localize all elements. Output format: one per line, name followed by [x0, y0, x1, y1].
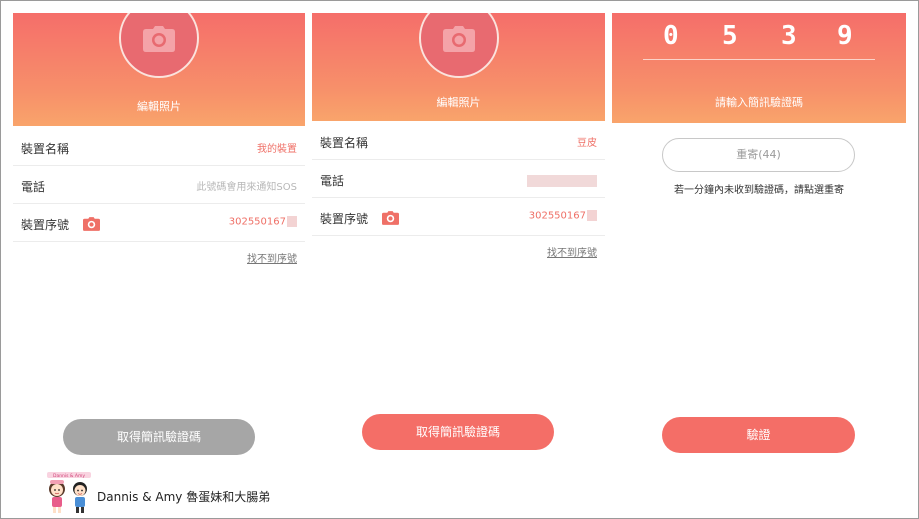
redacted-blur: [287, 216, 297, 227]
phone-row[interactable]: 電話: [312, 160, 605, 198]
serial-value: 302550167: [528, 210, 586, 222]
edit-photo-label[interactable]: 編輯照片: [13, 98, 305, 114]
resend-hint: 若一分鐘內未收到驗證碼，請點選重寄: [674, 185, 844, 196]
camera-icon: [442, 26, 475, 52]
avatar[interactable]: [119, 13, 199, 78]
serial-row[interactable]: 裝置序號 302550167: [312, 198, 605, 236]
verify-button[interactable]: 驗證: [662, 417, 855, 453]
screen-device-setup-filled: 編輯照片 裝置名稱 豆皮 電話 裝置序號 302550167 找不到序號 取得簡…: [312, 13, 605, 506]
serial-value-wrap[interactable]: 302550167: [229, 216, 297, 228]
camera-icon[interactable]: [83, 217, 100, 231]
serial-not-found-link[interactable]: 找不到序號: [247, 250, 297, 265]
code-underline: [643, 59, 875, 60]
camera-icon[interactable]: [382, 211, 399, 225]
phone-row[interactable]: 電話 此號碼會用來通知SOS: [13, 166, 305, 204]
screen-sms-verify: 0 5 3 9 請輸入簡訊驗證碼 重寄(44) 若一分鐘內未收到驗證碼，請點選重…: [612, 13, 906, 506]
code-digit: 9: [837, 21, 853, 51]
avatar[interactable]: [418, 13, 499, 78]
get-sms-code-button[interactable]: 取得簡訊驗證碼: [362, 414, 554, 450]
serial-row[interactable]: 裝置序號 302550167: [13, 204, 305, 242]
svg-text:Dannis & Amy: Dannis & Amy: [53, 473, 85, 479]
phone-label: 電話: [21, 180, 46, 194]
device-name-label: 裝置名稱: [320, 136, 369, 150]
device-name-value[interactable]: 我的裝置: [257, 140, 297, 155]
serial-not-found-link[interactable]: 找不到序號: [547, 244, 597, 259]
device-name-value[interactable]: 豆皮: [577, 134, 597, 149]
watermark: Dannis & Amy Dannis & Amy 魯蛋妹和大腸弟: [44, 472, 304, 514]
phone-field[interactable]: 此號碼會用來通知SOS: [196, 178, 297, 193]
camera-icon: [143, 26, 175, 52]
device-name-row[interactable]: 裝置名稱 我的裝置: [13, 128, 305, 166]
serial-value-wrap[interactable]: 302550167: [529, 210, 597, 222]
code-header: 0 5 3 9 請輸入簡訊驗證碼: [612, 13, 906, 123]
resend-button[interactable]: 重寄(44): [662, 138, 855, 172]
redacted-blur: [587, 210, 597, 221]
phone-label: 電話: [320, 174, 345, 188]
code-display[interactable]: 0 5 3 9: [612, 21, 906, 53]
serial-label: 裝置序號: [21, 218, 70, 232]
photo-header: 編輯照片: [13, 13, 305, 126]
dannis-amy-logo: Dannis & Amy: [47, 472, 91, 513]
redacted-phone[interactable]: [527, 175, 597, 187]
device-name-label: 裝置名稱: [21, 142, 70, 156]
serial-label: 裝置序號: [320, 212, 369, 226]
edit-photo-label[interactable]: 編輯照片: [312, 94, 605, 110]
screen-device-setup-empty: 編輯照片 裝置名稱 我的裝置 電話 此號碼會用來通知SOS 裝置序號 30255…: [13, 13, 305, 506]
device-name-row[interactable]: 裝置名稱 豆皮: [312, 122, 605, 160]
sms-prompt: 請輸入簡訊驗證碼: [715, 96, 803, 109]
photo-header: 編輯照片: [312, 13, 605, 121]
get-sms-code-button[interactable]: 取得簡訊驗證碼: [63, 419, 255, 455]
serial-value: 302550167: [228, 216, 286, 228]
code-digit: 0: [663, 21, 679, 51]
code-digit: 5: [722, 21, 738, 51]
watermark-text: Dannis & Amy 魯蛋妹和大腸弟: [97, 490, 271, 504]
code-digit: 3: [781, 21, 797, 51]
